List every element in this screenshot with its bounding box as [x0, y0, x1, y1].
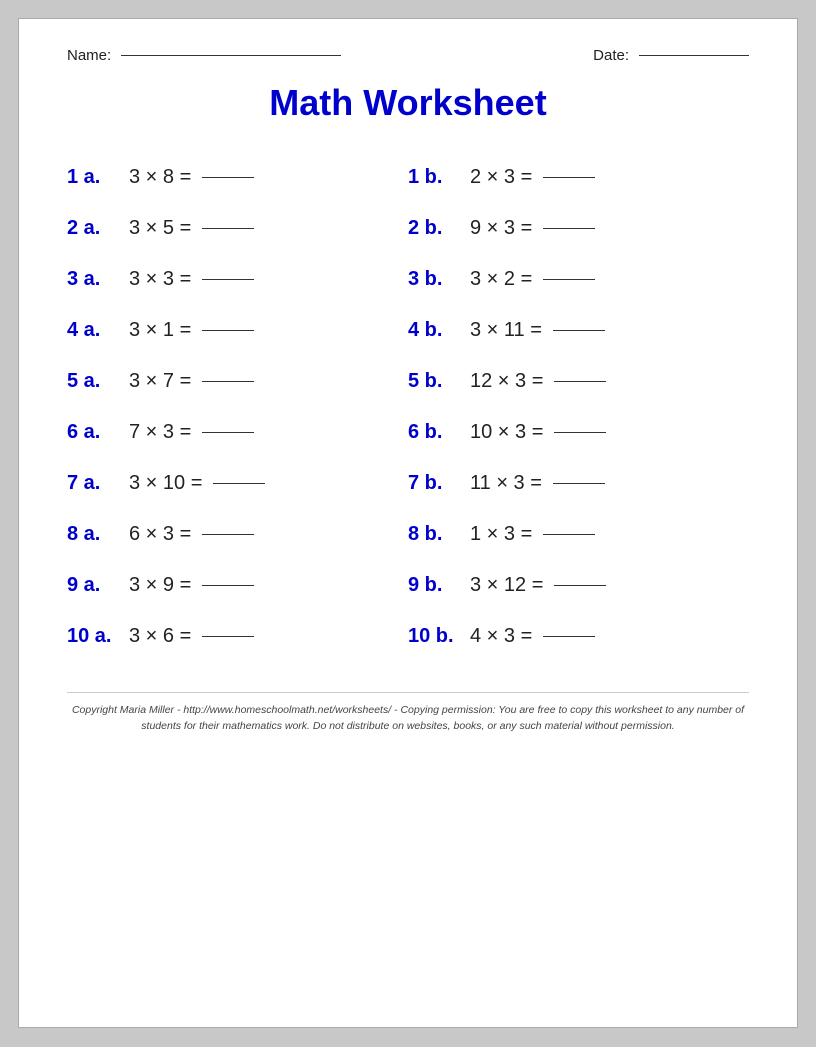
problem-row: 6 b. 10 × 3 = [408, 407, 749, 458]
answer-line [554, 585, 606, 586]
problem-expression: 3 × 8 = [129, 166, 254, 189]
problem-expression: 3 × 5 = [129, 217, 254, 240]
answer-line [202, 636, 254, 637]
worksheet-title: Math Worksheet [67, 82, 749, 124]
problem-expression: 3 × 7 = [129, 370, 254, 393]
name-line [121, 55, 341, 56]
problem-row: 3 b. 3 × 2 = [408, 254, 749, 305]
problem-number: 10 b. [408, 625, 460, 648]
answer-line [202, 585, 254, 586]
problem-number: 8 b. [408, 523, 460, 546]
problem-expression: 3 × 2 = [470, 268, 595, 291]
answer-line [554, 381, 606, 382]
problem-row: 1 a. 3 × 8 = [67, 152, 408, 203]
problem-expression: 1 × 3 = [470, 523, 595, 546]
problem-row: 9 a. 3 × 9 = [67, 560, 408, 611]
problem-row: 4 b. 3 × 11 = [408, 305, 749, 356]
problem-expression: 3 × 10 = [129, 472, 265, 495]
problem-number: 2 b. [408, 217, 460, 240]
problem-number: 7 b. [408, 472, 460, 495]
problem-row: 10 a. 3 × 6 = [67, 611, 408, 662]
problem-number: 1 a. [67, 166, 119, 189]
problem-number: 6 b. [408, 421, 460, 444]
problem-expression: 3 × 6 = [129, 625, 254, 648]
problem-number: 4 b. [408, 319, 460, 342]
answer-line [553, 330, 605, 331]
problems-grid: 1 a. 3 × 8 = 1 b. 2 × 3 = 2 a. 3 × 5 = 2 b.… [67, 152, 749, 662]
name-section: Name: [67, 47, 341, 64]
problem-row: 6 a. 7 × 3 = [67, 407, 408, 458]
answer-line [202, 381, 254, 382]
problem-number: 10 a. [67, 625, 119, 648]
problem-number: 8 a. [67, 523, 119, 546]
problem-expression: 2 × 3 = [470, 166, 595, 189]
problem-expression: 10 × 3 = [470, 421, 606, 444]
date-line [639, 55, 749, 56]
answer-line [543, 279, 595, 280]
problem-number: 3 a. [67, 268, 119, 291]
name-label: Name: [67, 47, 111, 64]
problem-number: 5 a. [67, 370, 119, 393]
problem-expression: 3 × 11 = [470, 319, 605, 342]
problem-expression: 7 × 3 = [129, 421, 254, 444]
date-label: Date: [593, 47, 629, 64]
answer-line [202, 330, 254, 331]
problem-expression: 11 × 3 = [470, 472, 605, 495]
problem-expression: 12 × 3 = [470, 370, 606, 393]
problem-row: 10 b. 4 × 3 = [408, 611, 749, 662]
problem-expression: 3 × 9 = [129, 574, 254, 597]
problem-number: 1 b. [408, 166, 460, 189]
problem-number: 4 a. [67, 319, 119, 342]
name-date-row: Name: Date: [67, 47, 749, 64]
answer-line [202, 534, 254, 535]
answer-line [202, 279, 254, 280]
answer-line [202, 228, 254, 229]
problem-row: 4 a. 3 × 1 = [67, 305, 408, 356]
copyright: Copyright Maria Miller - http://www.home… [67, 692, 749, 735]
problem-expression: 4 × 3 = [470, 625, 595, 648]
answer-line [543, 177, 595, 178]
date-section: Date: [593, 47, 749, 64]
problem-number: 7 a. [67, 472, 119, 495]
problem-number: 6 a. [67, 421, 119, 444]
answer-line [213, 483, 265, 484]
answer-line [202, 177, 254, 178]
answer-line [543, 534, 595, 535]
problem-row: 2 a. 3 × 5 = [67, 203, 408, 254]
problem-row: 9 b. 3 × 12 = [408, 560, 749, 611]
answer-line [543, 228, 595, 229]
problem-expression: 3 × 3 = [129, 268, 254, 291]
problem-row: 8 b. 1 × 3 = [408, 509, 749, 560]
answer-line [202, 432, 254, 433]
answer-line [543, 636, 595, 637]
worksheet-page: Name: Date: Math Worksheet 1 a. 3 × 8 = 1… [18, 18, 798, 1028]
problem-number: 2 a. [67, 217, 119, 240]
problem-row: 3 a. 3 × 3 = [67, 254, 408, 305]
problem-number: 3 b. [408, 268, 460, 291]
problem-row: 8 a. 6 × 3 = [67, 509, 408, 560]
problem-expression: 3 × 1 = [129, 319, 254, 342]
problem-row: 7 b. 11 × 3 = [408, 458, 749, 509]
problem-number: 9 a. [67, 574, 119, 597]
problem-expression: 3 × 12 = [470, 574, 606, 597]
problem-row: 2 b. 9 × 3 = [408, 203, 749, 254]
problem-number: 9 b. [408, 574, 460, 597]
problem-number: 5 b. [408, 370, 460, 393]
answer-line [554, 432, 606, 433]
problem-expression: 6 × 3 = [129, 523, 254, 546]
problem-row: 5 a. 3 × 7 = [67, 356, 408, 407]
problem-expression: 9 × 3 = [470, 217, 595, 240]
problem-row: 1 b. 2 × 3 = [408, 152, 749, 203]
answer-line [553, 483, 605, 484]
problem-row: 7 a. 3 × 10 = [67, 458, 408, 509]
problem-row: 5 b. 12 × 3 = [408, 356, 749, 407]
